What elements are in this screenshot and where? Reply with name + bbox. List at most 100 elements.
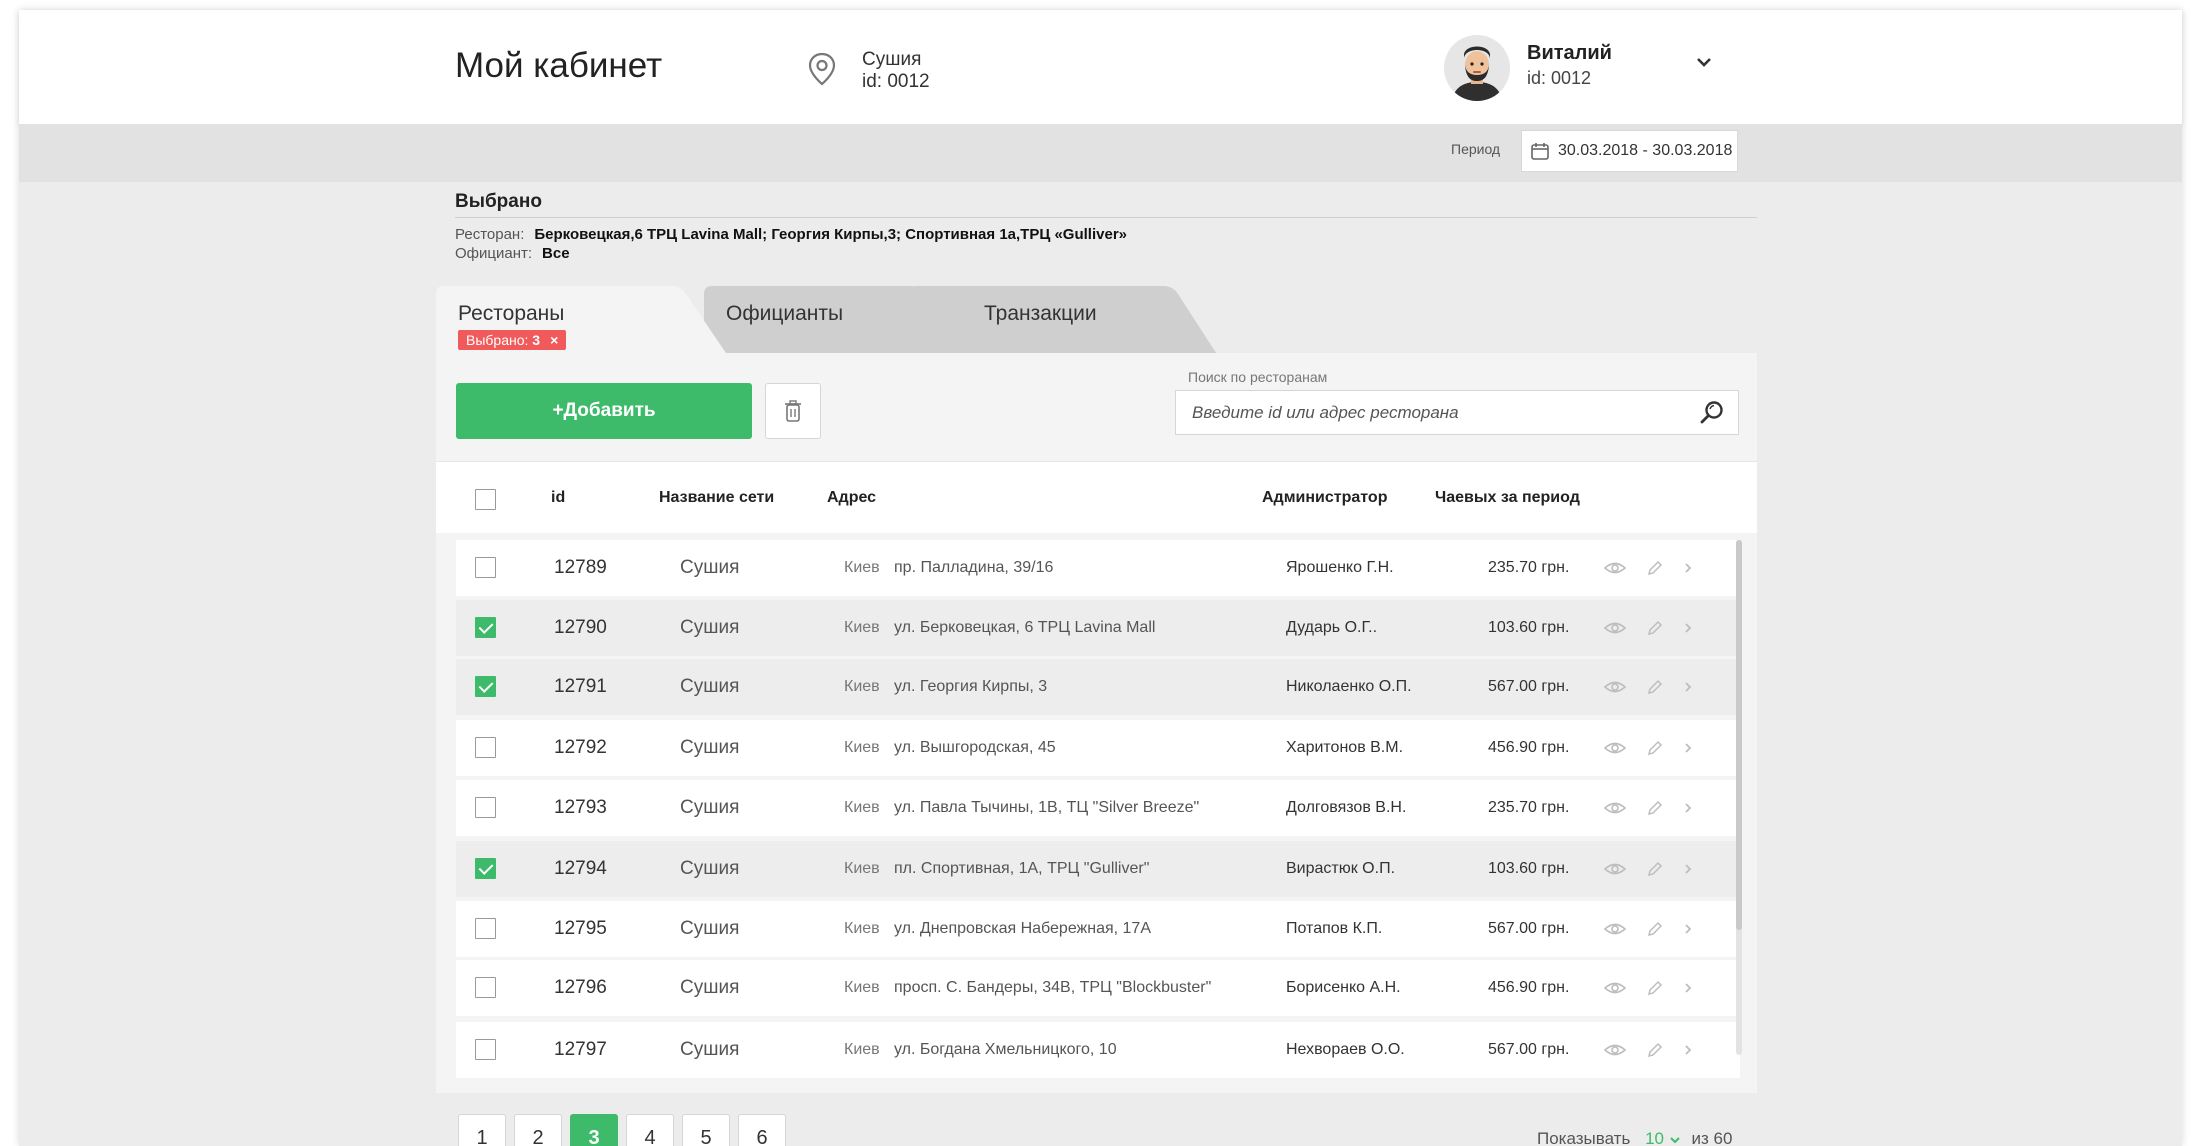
- table-row[interactable]: 12790 Сушия Киев ул. Берковецкая, 6 ТРЦ Lav…: [456, 600, 1740, 656]
- row-city: Киев: [844, 619, 880, 636]
- page-button-4[interactable]: 4: [626, 1114, 674, 1146]
- row-tips: 235.70 грн.: [1488, 559, 1570, 576]
- restaurant-info: Сушия id: 0012: [862, 49, 930, 93]
- eye-icon[interactable]: [1603, 740, 1627, 756]
- column-header-network[interactable]: Название сети: [659, 489, 774, 507]
- chevron-right-icon[interactable]: [1683, 621, 1693, 635]
- row-checkbox[interactable]: [475, 557, 496, 578]
- row-network: Сушия: [680, 858, 740, 879]
- row-checkbox[interactable]: [475, 858, 496, 879]
- table-row[interactable]: 12794 Сушия Киев пл. Спортивная, 1А, ТРЦ "G…: [456, 841, 1740, 897]
- column-header-address[interactable]: Адрес: [827, 489, 876, 507]
- row-network: Сушия: [680, 676, 740, 697]
- scrollbar-thumb[interactable]: [1736, 540, 1742, 930]
- table-row[interactable]: 12789 Сушия Киев пр. Палладина, 39/16 Ярошен…: [456, 540, 1740, 596]
- row-id: 12790: [554, 617, 607, 638]
- column-header-id[interactable]: id: [551, 489, 565, 507]
- search-icon[interactable]: [1698, 399, 1726, 427]
- row-admin: Долговязов В.Н.: [1286, 799, 1407, 816]
- eye-icon[interactable]: [1603, 921, 1627, 937]
- table-row[interactable]: 12793 Сушия Киев ул. Павла Тычины, 1В, ТЦ "…: [456, 780, 1740, 836]
- badge-close-icon[interactable]: ×: [550, 332, 558, 348]
- row-id: 12792: [554, 737, 607, 758]
- total-count: из 60: [1691, 1129, 1733, 1146]
- page-button-2[interactable]: 2: [514, 1114, 562, 1146]
- eye-icon[interactable]: [1603, 679, 1627, 695]
- row-checkbox[interactable]: [475, 797, 496, 818]
- page-size-select[interactable]: 10: [1645, 1129, 1685, 1146]
- trash-icon: [785, 400, 801, 422]
- pencil-icon[interactable]: [1646, 920, 1664, 938]
- page-title: Мой кабинет: [455, 46, 663, 85]
- row-city: Киев: [844, 678, 880, 695]
- row-id: 12795: [554, 918, 607, 939]
- row-admin: Дударь О.Г..: [1286, 619, 1378, 636]
- eye-icon[interactable]: [1603, 800, 1627, 816]
- pencil-icon[interactable]: [1646, 860, 1664, 878]
- search-input[interactable]: [1176, 391, 1676, 434]
- chevron-right-icon[interactable]: [1683, 741, 1693, 755]
- row-checkbox[interactable]: [475, 977, 496, 998]
- chevron-right-icon[interactable]: [1683, 1043, 1693, 1057]
- table-row[interactable]: 12795 Сушия Киев ул. Днепровская Набережная…: [456, 901, 1740, 957]
- row-network: Сушия: [680, 617, 740, 638]
- pencil-icon[interactable]: [1646, 619, 1664, 637]
- chevron-right-icon[interactable]: [1683, 801, 1693, 815]
- pencil-icon[interactable]: [1646, 979, 1664, 997]
- user-id: id: 0012: [1527, 68, 1592, 88]
- page-button-1[interactable]: 1: [458, 1114, 506, 1146]
- row-id: 12794: [554, 858, 607, 879]
- row-admin: Нехвораев О.О.: [1286, 1041, 1405, 1058]
- chevron-right-icon[interactable]: [1683, 981, 1693, 995]
- page-button-3[interactable]: 3: [570, 1114, 618, 1146]
- pencil-icon[interactable]: [1646, 1041, 1664, 1059]
- row-network: Сушия: [680, 1039, 740, 1060]
- pencil-icon[interactable]: [1646, 739, 1664, 757]
- row-checkbox[interactable]: [475, 617, 496, 638]
- chevron-down-icon[interactable]: [1694, 54, 1714, 70]
- table-row[interactable]: 12792 Сушия Киев ул. Вышгородская, 45 Харито…: [456, 720, 1740, 776]
- pencil-icon[interactable]: [1646, 559, 1664, 577]
- chevron-right-icon[interactable]: [1683, 862, 1693, 876]
- eye-icon[interactable]: [1603, 620, 1627, 636]
- user-avatar-icon: [1444, 35, 1510, 101]
- table-row[interactable]: 12791 Сушия Киев ул. Георгия Кирпы, 3 Никола…: [456, 659, 1740, 715]
- table-row[interactable]: 12797 Сушия Киев ул. Богдана Хмельницкого, …: [456, 1022, 1740, 1078]
- eye-icon[interactable]: [1603, 560, 1627, 576]
- user-name: Виталий: [1527, 42, 1612, 64]
- row-id: 12796: [554, 977, 607, 998]
- selected-restaurants-label: Ресторан:: [455, 226, 525, 243]
- chevron-right-icon[interactable]: [1683, 922, 1693, 936]
- row-checkbox[interactable]: [475, 676, 496, 697]
- chevron-right-icon[interactable]: [1683, 561, 1693, 575]
- delete-button[interactable]: [765, 383, 821, 439]
- eye-icon[interactable]: [1603, 861, 1627, 877]
- add-restaurant-button[interactable]: +Добавить: [456, 383, 752, 439]
- divider: [455, 217, 1757, 218]
- column-header-admin[interactable]: Администратор: [1262, 489, 1387, 507]
- row-admin: Борисенко А.Н.: [1286, 979, 1401, 996]
- row-city: Киев: [844, 1041, 880, 1058]
- row-checkbox[interactable]: [475, 1039, 496, 1060]
- row-checkbox[interactable]: [475, 918, 496, 939]
- row-checkbox[interactable]: [475, 737, 496, 758]
- column-header-tips[interactable]: Чаевых за период: [1435, 489, 1580, 507]
- page-button-6[interactable]: 6: [738, 1114, 786, 1146]
- row-tips: 567.00 грн.: [1488, 920, 1570, 937]
- row-tips: 235.70 грн.: [1488, 799, 1570, 816]
- avatar[interactable]: [1444, 35, 1510, 101]
- period-picker[interactable]: 30.03.2018 - 30.03.2018: [1521, 130, 1738, 172]
- row-city: Киев: [844, 739, 880, 756]
- pencil-icon[interactable]: [1646, 799, 1664, 817]
- table-row[interactable]: 12796 Сушия Киев просп. С. Бандеры, 34В, ТР…: [456, 960, 1740, 1016]
- row-network: Сушия: [680, 977, 740, 998]
- eye-icon[interactable]: [1603, 1042, 1627, 1058]
- pencil-icon[interactable]: [1646, 678, 1664, 696]
- row-network: Сушия: [680, 797, 740, 818]
- chevron-right-icon[interactable]: [1683, 680, 1693, 694]
- page-button-5[interactable]: 5: [682, 1114, 730, 1146]
- select-all-checkbox[interactable]: [475, 489, 496, 510]
- eye-icon[interactable]: [1603, 980, 1627, 996]
- badge-text: Выбрано: 3: [466, 332, 541, 348]
- row-admin: Вирастюк О.П.: [1286, 860, 1396, 877]
